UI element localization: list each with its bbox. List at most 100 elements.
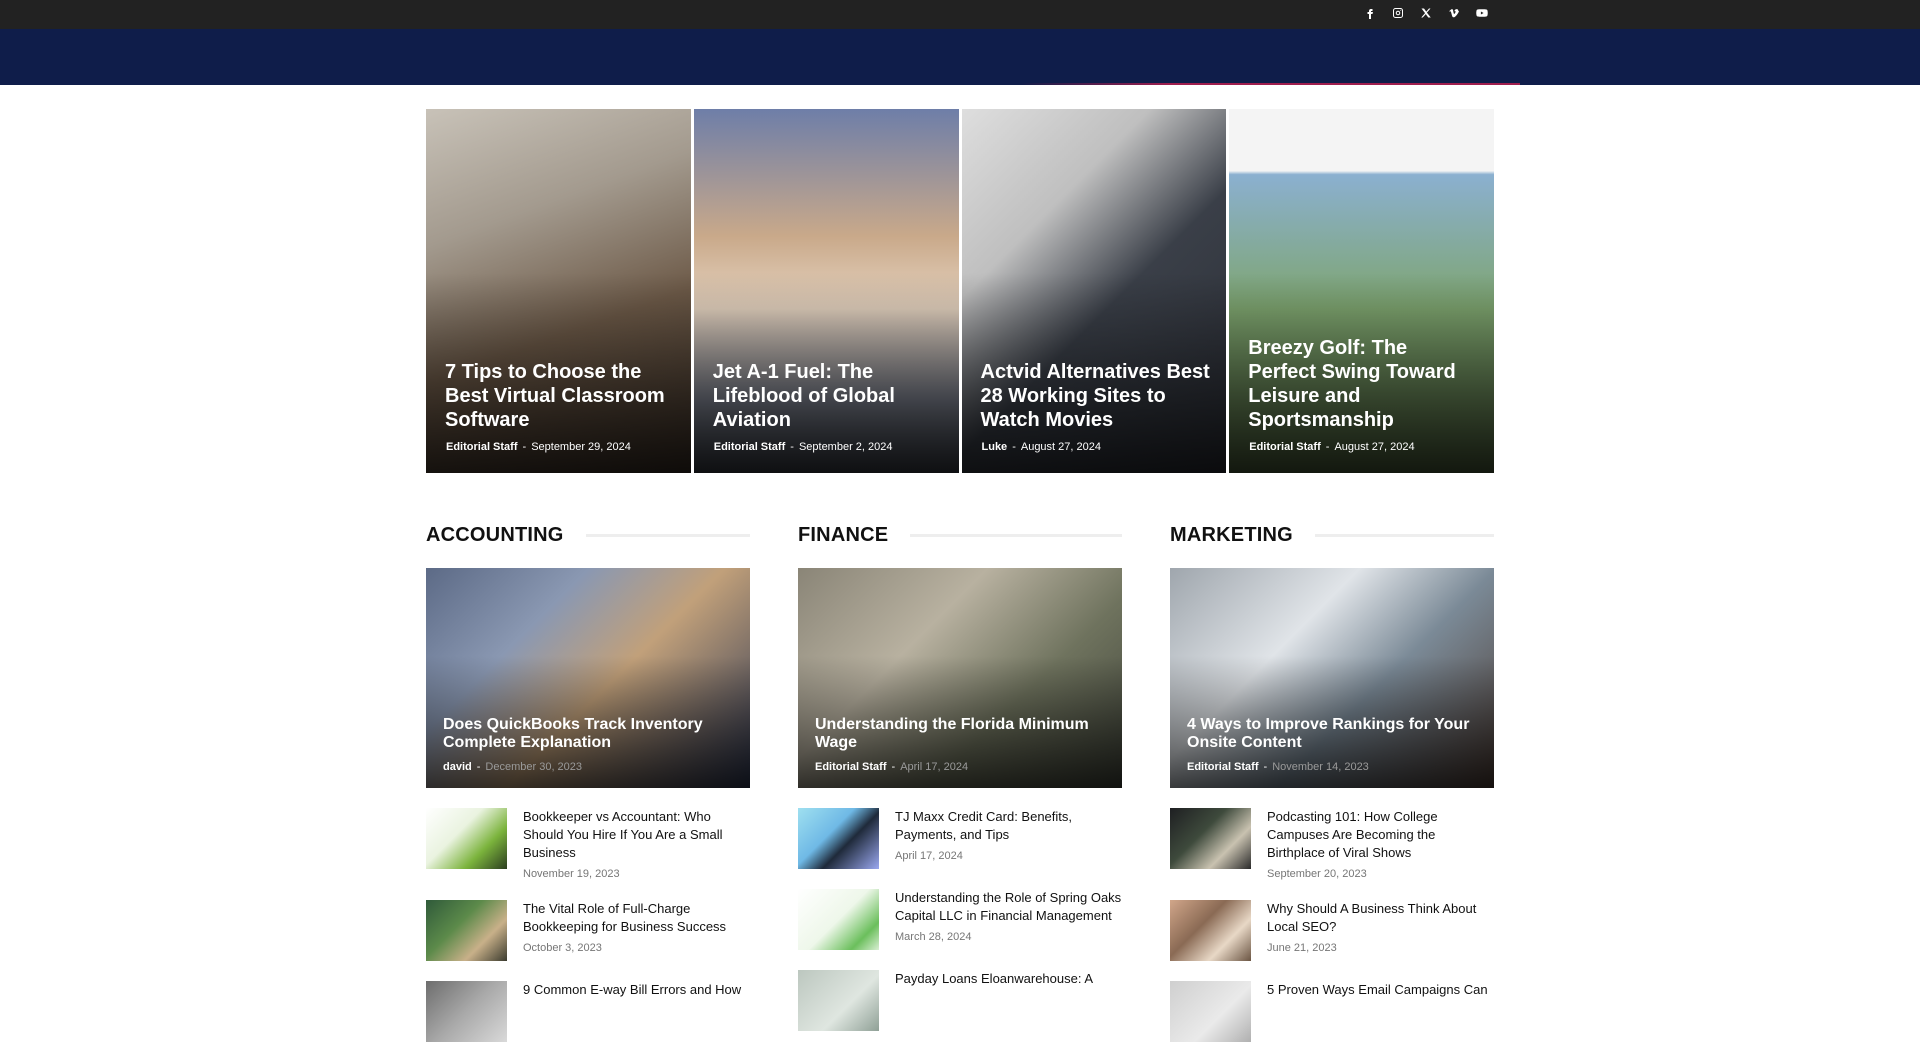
meta-separator: - <box>790 441 794 453</box>
author-link[interactable]: Luke <box>982 441 1008 453</box>
section-divider <box>910 533 1122 537</box>
image-overlay <box>1170 568 1494 788</box>
hero-meta: Editorial Staff - September 2, 2024 <box>714 441 893 453</box>
image-overlay <box>798 568 1122 788</box>
post-title[interactable]: The Vital Role of Full-Charge Bookkeepin… <box>523 900 750 936</box>
author-link[interactable]: Editorial Staff <box>1187 761 1259 773</box>
post-date: April 17, 2024 <box>900 761 969 773</box>
list-item[interactable]: Why Should A Business Think About Local … <box>1170 900 1494 961</box>
featured-post-title[interactable]: Does QuickBooks Track Inventory Complete… <box>443 716 736 752</box>
meta-separator: - <box>891 761 896 773</box>
post-date: September 20, 2023 <box>1267 868 1367 880</box>
hero-title[interactable]: Breezy Golf: The Perfect Swing Toward Le… <box>1248 336 1480 432</box>
meta-separator: - <box>522 441 527 453</box>
section-divider <box>585 533 750 537</box>
post-date: August 27, 2024 <box>1020 441 1101 453</box>
post-date: August 27, 2024 <box>1334 441 1415 453</box>
post-title[interactable]: Podcasting 101: How College Campuses Are… <box>1267 808 1494 862</box>
post-title[interactable]: TJ Maxx Credit Card: Benefits, Payments,… <box>895 808 1122 844</box>
list-item[interactable]: Bookkeeper vs Accountant: Who Should You… <box>426 808 750 880</box>
list-item[interactable]: 9 Common E-way Bill Errors and How <box>426 981 750 1042</box>
vimeo-icon[interactable] <box>1445 6 1463 20</box>
featured-post-meta: Editorial Staff - November 14, 2023 <box>1187 761 1369 773</box>
author-link[interactable]: Editorial Staff <box>1249 441 1321 453</box>
list-item[interactable]: TJ Maxx Credit Card: Benefits, Payments,… <box>798 808 1122 869</box>
featured-post[interactable]: Does QuickBooks Track Inventory Complete… <box>426 568 750 788</box>
list-item[interactable]: Understanding the Role of Spring Oaks Ca… <box>798 889 1122 950</box>
section-header: FINANCE <box>798 522 1122 548</box>
featured-post-title[interactable]: 4 Ways to Improve Rankings for Your Onsi… <box>1187 716 1480 752</box>
category-section-accounting: ACCOUNTING Does QuickBooks Track Invento… <box>426 522 750 1042</box>
post-date: April 17, 2024 <box>895 850 963 862</box>
post-thumbnail[interactable] <box>798 889 879 950</box>
author-link[interactable]: Editorial Staff <box>714 441 786 453</box>
youtube-icon[interactable] <box>1473 6 1491 20</box>
author-link[interactable]: david <box>443 761 472 773</box>
hero-card[interactable]: 7 Tips to Choose the Best Virtual Classr… <box>426 109 691 473</box>
post-date: September 29, 2024 <box>531 441 631 453</box>
category-section-finance: FINANCE Understanding the Florida Minimu… <box>798 522 1122 1031</box>
post-thumbnail[interactable] <box>426 900 507 961</box>
hero-title[interactable]: Jet A-1 Fuel: The Lifeblood of Global Av… <box>713 360 945 432</box>
author-link[interactable]: Editorial Staff <box>446 441 518 453</box>
featured-post[interactable]: Understanding the Florida Minimum Wage E… <box>798 568 1122 788</box>
hero-meta: Editorial Staff - August 27, 2024 <box>1249 441 1414 453</box>
category-section-marketing: MARKETING 4 Ways to Improve Rankings for… <box>1170 522 1494 1042</box>
section-heading[interactable]: MARKETING <box>1170 524 1293 547</box>
list-item[interactable]: Payday Loans Eloanwarehouse: A <box>798 970 1122 1031</box>
post-thumbnail[interactable] <box>1170 808 1251 869</box>
featured-post-meta: Editorial Staff - April 17, 2024 <box>815 761 968 773</box>
list-item[interactable]: Podcasting 101: How College Campuses Are… <box>1170 808 1494 880</box>
post-title[interactable]: Bookkeeper vs Accountant: Who Should You… <box>523 808 750 862</box>
post-title[interactable]: Payday Loans Eloanwarehouse: A <box>895 970 1122 988</box>
post-thumbnail[interactable] <box>426 808 507 869</box>
post-thumbnail[interactable] <box>1170 900 1251 961</box>
featured-post[interactable]: 4 Ways to Improve Rankings for Your Onsi… <box>1170 568 1494 788</box>
post-date: November 14, 2023 <box>1272 761 1369 773</box>
author-link[interactable]: Editorial Staff <box>815 761 887 773</box>
post-date: December 30, 2023 <box>485 761 583 773</box>
x-twitter-icon[interactable] <box>1417 6 1435 20</box>
post-list: Podcasting 101: How College Campuses Are… <box>1170 808 1494 1062</box>
featured-post-meta: david - December 30, 2023 <box>443 761 582 773</box>
post-date: June 21, 2023 <box>1267 942 1337 954</box>
post-list: Bookkeeper vs Accountant: Who Should You… <box>426 808 750 1062</box>
post-title[interactable]: 9 Common E-way Bill Errors and How <box>523 981 750 999</box>
post-date: March 28, 2024 <box>895 931 972 943</box>
post-title[interactable]: Why Should A Business Think About Local … <box>1267 900 1494 936</box>
hero-card[interactable]: Actvid Alternatives Best 28 Working Site… <box>961 109 1227 473</box>
hero-grid: 7 Tips to Choose the Best Virtual Classr… <box>426 109 1494 473</box>
top-bar <box>0 0 1920 29</box>
section-header: MARKETING <box>1170 522 1494 548</box>
list-item[interactable]: The Vital Role of Full-Charge Bookkeepin… <box>426 900 750 961</box>
post-title[interactable]: 5 Proven Ways Email Campaigns Can <box>1267 981 1494 999</box>
section-divider <box>1314 533 1494 537</box>
facebook-icon[interactable] <box>1361 6 1379 20</box>
section-header: ACCOUNTING <box>426 522 750 548</box>
social-links <box>1361 6 1491 20</box>
meta-separator: - <box>476 761 481 773</box>
main-navbar <box>0 29 1920 85</box>
meta-separator: - <box>1263 761 1268 773</box>
post-thumbnail[interactable] <box>426 981 507 1042</box>
navbar-accent-line <box>1020 83 1520 85</box>
featured-post-title[interactable]: Understanding the Florida Minimum Wage <box>815 716 1108 752</box>
post-thumbnail[interactable] <box>798 970 879 1031</box>
section-heading[interactable]: ACCOUNTING <box>426 524 564 547</box>
post-date: October 3, 2023 <box>523 942 602 954</box>
post-date: November 19, 2023 <box>523 868 620 880</box>
section-heading[interactable]: FINANCE <box>798 524 888 547</box>
instagram-icon[interactable] <box>1389 6 1407 20</box>
hero-card[interactable]: Breezy Golf: The Perfect Swing Toward Le… <box>1229 109 1494 473</box>
hero-card[interactable]: Jet A-1 Fuel: The Lifeblood of Global Av… <box>693 109 959 473</box>
post-title[interactable]: Understanding the Role of Spring Oaks Ca… <box>895 889 1122 925</box>
list-item[interactable]: 5 Proven Ways Email Campaigns Can <box>1170 981 1494 1042</box>
hero-meta: Editorial Staff - September 29, 2024 <box>446 441 631 453</box>
post-thumbnail[interactable] <box>1170 981 1251 1042</box>
hero-title[interactable]: Actvid Alternatives Best 28 Working Site… <box>981 360 1213 432</box>
image-overlay <box>426 568 750 788</box>
hero-title[interactable]: 7 Tips to Choose the Best Virtual Classr… <box>445 360 677 432</box>
hero-meta: Luke - August 27, 2024 <box>982 441 1101 453</box>
post-thumbnail[interactable] <box>798 808 879 869</box>
meta-separator: - <box>1012 441 1016 453</box>
